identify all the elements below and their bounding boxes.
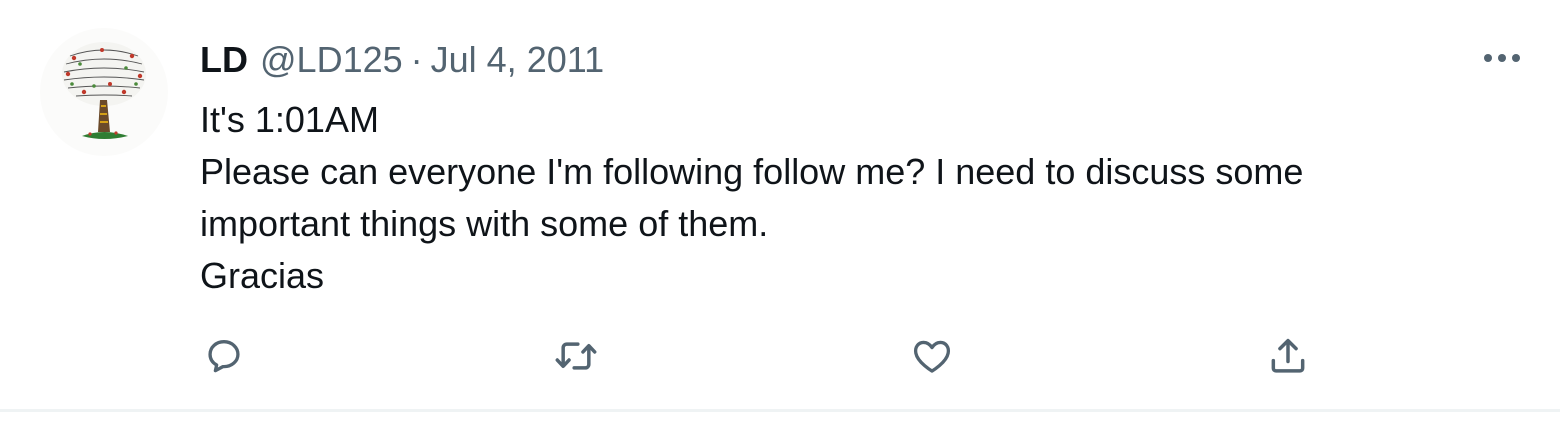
tweet-text-line: Gracias [200, 255, 325, 296]
heart-icon [913, 340, 951, 373]
tweet-text: It's 1:01AM Please can everyone I'm foll… [200, 94, 1500, 302]
retweet-icon [555, 342, 597, 370]
tweet[interactable]: LD @LD125 · Jul 4, 2011 It's 1:01AM Plea… [0, 0, 1560, 412]
author-handle[interactable]: @LD125 [260, 36, 403, 84]
reply-button[interactable] [200, 332, 248, 380]
share-button[interactable] [1264, 332, 1312, 380]
tweet-header: LD @LD125 · Jul 4, 2011 [200, 36, 604, 84]
avatar[interactable] [40, 28, 168, 156]
retweet-button[interactable] [552, 332, 600, 380]
author-name[interactable]: LD [200, 36, 248, 84]
more-options-button[interactable] [1474, 36, 1530, 80]
tweet-timestamp[interactable]: Jul 4, 2011 [431, 36, 604, 84]
tweet-text-line: It's 1:01AM [200, 99, 379, 140]
header-separator: · [410, 39, 423, 80]
reply-icon [208, 340, 240, 373]
more-horizontal-icon [1484, 54, 1520, 62]
tree-avatar-image [62, 42, 146, 139]
share-icon [1271, 338, 1305, 373]
tweet-text-line: important things with some of them. [200, 203, 769, 244]
like-button[interactable] [908, 332, 956, 380]
tweet-text-line: Please can everyone I'm following follow… [200, 151, 1304, 192]
